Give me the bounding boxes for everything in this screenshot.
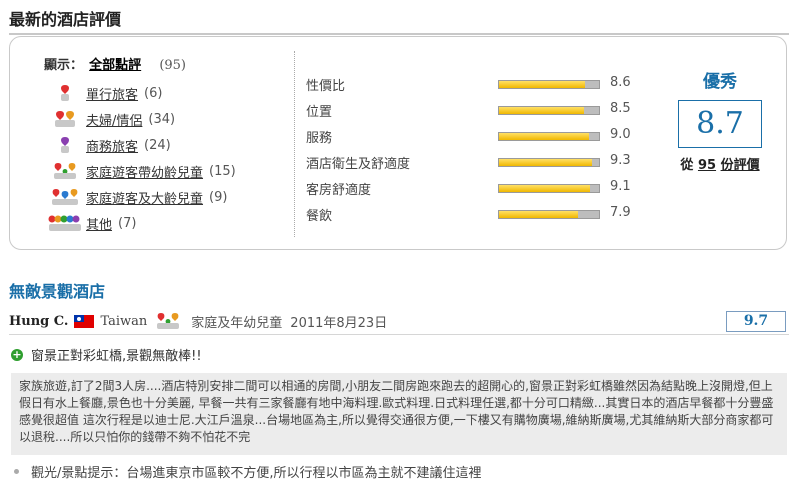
filter-item-family-young[interactable]: 家庭遊客帶幼齡兒童 (15) [44, 158, 284, 184]
rating-bar-fill [499, 211, 578, 218]
taiwan-flag-icon [74, 314, 95, 328]
review-tip: 觀光/景點提示：台場進東京市區較不方便,所以行程以市區為主就不建議住這裡 [14, 462, 482, 481]
business-traveler-icon [44, 136, 86, 154]
rating-row: 客房舒適度 9.1 [306, 175, 646, 201]
rating-row: 位置 8.5 [306, 97, 646, 123]
family-older-children-icon [44, 188, 86, 206]
review-count-link[interactable]: 95 [698, 158, 716, 173]
family-young-children-icon [153, 312, 183, 330]
filter-item-count: (34) [148, 111, 176, 127]
overall-rating: 優秀 8.7 從 95 份評價 [670, 67, 770, 173]
rating-row: 服務 9.0 [306, 123, 646, 149]
filter-all-count: (95) [159, 58, 186, 73]
rating-bar [498, 80, 600, 89]
reviewer-country: Taiwan [100, 313, 148, 329]
filter-item-label[interactable]: 單行旅客 [86, 84, 138, 103]
review-pro-text: 窗景正對彩虹橋,景觀無敵棒!! [31, 349, 202, 364]
review-count: 從 95 份評價 [670, 154, 770, 173]
filter-item-family-older[interactable]: 家庭遊客及大齡兒童 (9) [44, 184, 284, 210]
reviewer-name: Hung C. [9, 313, 69, 329]
rating-label: 服務 [306, 131, 333, 146]
filter-item-label[interactable]: 其他 [86, 214, 112, 233]
rating-row: 酒店衛生及舒適度 9.3 [306, 149, 646, 175]
filter-item-label[interactable]: 夫婦/情侶 [86, 110, 142, 129]
filter-item-count: (24) [144, 137, 171, 153]
rating-bar [498, 132, 600, 141]
bullet-icon [14, 469, 19, 474]
plus-icon: + [11, 347, 23, 361]
rating-bar-fill [499, 107, 584, 114]
filter-item-label[interactable]: 家庭遊客及大齡兒童 [86, 188, 203, 207]
rating-bar-fill [499, 133, 589, 140]
filter-item-label[interactable]: 家庭遊客帶幼齡兒童 [86, 162, 203, 181]
rating-bar-fill [499, 159, 592, 166]
section-header: 最新的酒店評價 [9, 6, 789, 35]
traveler-type: 家庭及年幼兒童 [191, 315, 283, 331]
filter-item-couple[interactable]: 夫婦/情侶 (34) [44, 106, 284, 132]
filter-label: 顯示： [44, 58, 84, 73]
review-title[interactable]: 無敵景觀酒店 [9, 278, 105, 302]
filter-item-other[interactable]: 其他 (7) [44, 210, 284, 236]
rating-value: 9.0 [610, 127, 631, 142]
rating-bar [498, 158, 600, 167]
rating-row: 餐飲 7.9 [306, 201, 646, 227]
rating-label: 客房舒適度 [306, 183, 372, 198]
review-pro: + 窗景正對彩虹橋,景觀無敵棒!! [11, 345, 202, 364]
review-body: 家族旅遊,訂了2間3人房....酒店特別安排二間可以相通的房間,小朋友二間房跑來… [11, 373, 787, 455]
rating-bar [498, 210, 600, 219]
traveler-filter-list: 顯示： 全部點評 (95) 單行旅客 (6) 夫婦/情侶 (34) 商務旅客 (… [44, 55, 284, 236]
filter-header: 顯示： 全部點評 (95) [44, 55, 284, 77]
section-title: 最新的酒店評價 [9, 10, 122, 29]
couple-icon [44, 110, 86, 128]
rating-label: 性價比 [306, 79, 346, 94]
rating-value: 9.3 [610, 153, 631, 168]
panel-divider [294, 51, 296, 237]
filter-item-count: (7) [118, 215, 137, 231]
rating-label: 餐飲 [306, 209, 333, 224]
filter-item-count: (6) [144, 85, 163, 101]
filter-item-count: (15) [209, 163, 236, 179]
reviewer-info: Hung C. Taiwan 家庭及年幼兒童 2011年8月23日 [9, 308, 789, 335]
rating-bar-fill [499, 81, 585, 88]
filter-item-business[interactable]: 商務旅客 (24) [44, 132, 284, 158]
review-score: 9.7 [726, 311, 786, 332]
rating-value: 9.1 [610, 179, 631, 194]
rating-value: 8.6 [610, 75, 631, 90]
family-young-children-icon [44, 162, 86, 180]
rating-bar [498, 106, 600, 115]
review-tip-text: 觀光/景點提示：台場進東京市區較不方便,所以行程以市區為主就不建議住這裡 [31, 466, 482, 481]
filter-item-label[interactable]: 商務旅客 [86, 136, 138, 155]
rating-bar [498, 184, 600, 193]
rating-value: 7.9 [610, 205, 631, 220]
rating-row: 性價比 8.6 [306, 71, 646, 97]
overall-rating-word: 優秀 [703, 72, 737, 92]
review-date: 2011年8月23日 [290, 315, 388, 331]
review-count-prefix: 從 [680, 158, 694, 173]
filter-item-count: (9) [209, 189, 228, 205]
overall-score: 8.7 [678, 100, 762, 148]
rating-label: 位置 [306, 105, 333, 120]
filter-all-link[interactable]: 全部點評 [89, 58, 141, 73]
rating-summary-panel: 顯示： 全部點評 (95) 單行旅客 (6) 夫婦/情侶 (34) 商務旅客 (… [9, 36, 787, 250]
rating-bar-fill [499, 185, 590, 192]
review-count-suffix[interactable]: 份評價 [721, 158, 760, 173]
category-ratings: 性價比 8.6 位置 8.5 服務 9.0 酒店衛生及舒適度 9.3 客房舒適度… [306, 71, 646, 227]
filter-item-single[interactable]: 單行旅客 (6) [44, 80, 284, 106]
group-icon [44, 214, 86, 232]
rating-value: 8.5 [610, 101, 631, 116]
rating-label: 酒店衛生及舒適度 [306, 157, 411, 172]
single-traveler-icon [44, 84, 86, 102]
